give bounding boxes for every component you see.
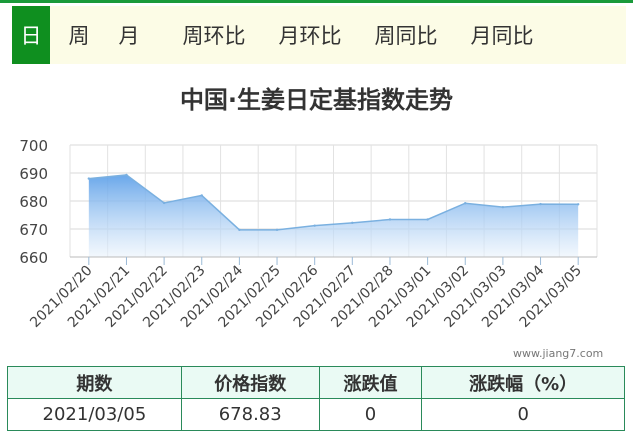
table-header-row: 期数 价格指数 涨跌值 涨跌幅（%） xyxy=(7,366,625,399)
header-change-value: 涨跌值 xyxy=(318,366,423,399)
watermark: www.jiang7.com xyxy=(513,347,604,360)
data-point xyxy=(539,202,542,206)
y-tick-label: 680 xyxy=(19,193,48,211)
y-tick-label: 700 xyxy=(19,137,48,155)
data-point xyxy=(388,218,392,221)
index-summary-table: 期数 价格指数 涨跌值 涨跌幅（%） 2021/03/05 678.83 0 0 xyxy=(7,366,625,431)
data-point xyxy=(313,224,316,227)
index-trend-chart: 6606706806907002021/02/202021/02/212021/… xyxy=(19,137,598,331)
data-point xyxy=(275,228,279,232)
y-tick-label: 670 xyxy=(19,221,48,239)
cell-price-index: 678.83 xyxy=(180,398,320,431)
header-period: 期数 xyxy=(7,366,182,399)
data-point xyxy=(87,177,91,180)
data-point xyxy=(125,173,128,177)
header-change-percent: 涨跌幅（%） xyxy=(421,366,625,399)
y-tick-label: 660 xyxy=(19,249,48,267)
data-point xyxy=(501,205,505,209)
data-point xyxy=(200,194,203,197)
data-point xyxy=(351,221,354,225)
cell-change-percent: 0 xyxy=(421,398,625,431)
data-point xyxy=(464,202,467,205)
cell-period: 2021/03/05 xyxy=(7,398,182,431)
header-price-index: 价格指数 xyxy=(180,366,320,399)
y-tick-label: 690 xyxy=(19,165,48,183)
data-point xyxy=(238,228,241,232)
data-point xyxy=(162,201,166,205)
data-point xyxy=(576,203,580,206)
table-row: 2021/03/05 678.83 0 0 xyxy=(7,398,625,431)
cell-change-value: 0 xyxy=(318,398,423,431)
data-point xyxy=(426,218,429,221)
